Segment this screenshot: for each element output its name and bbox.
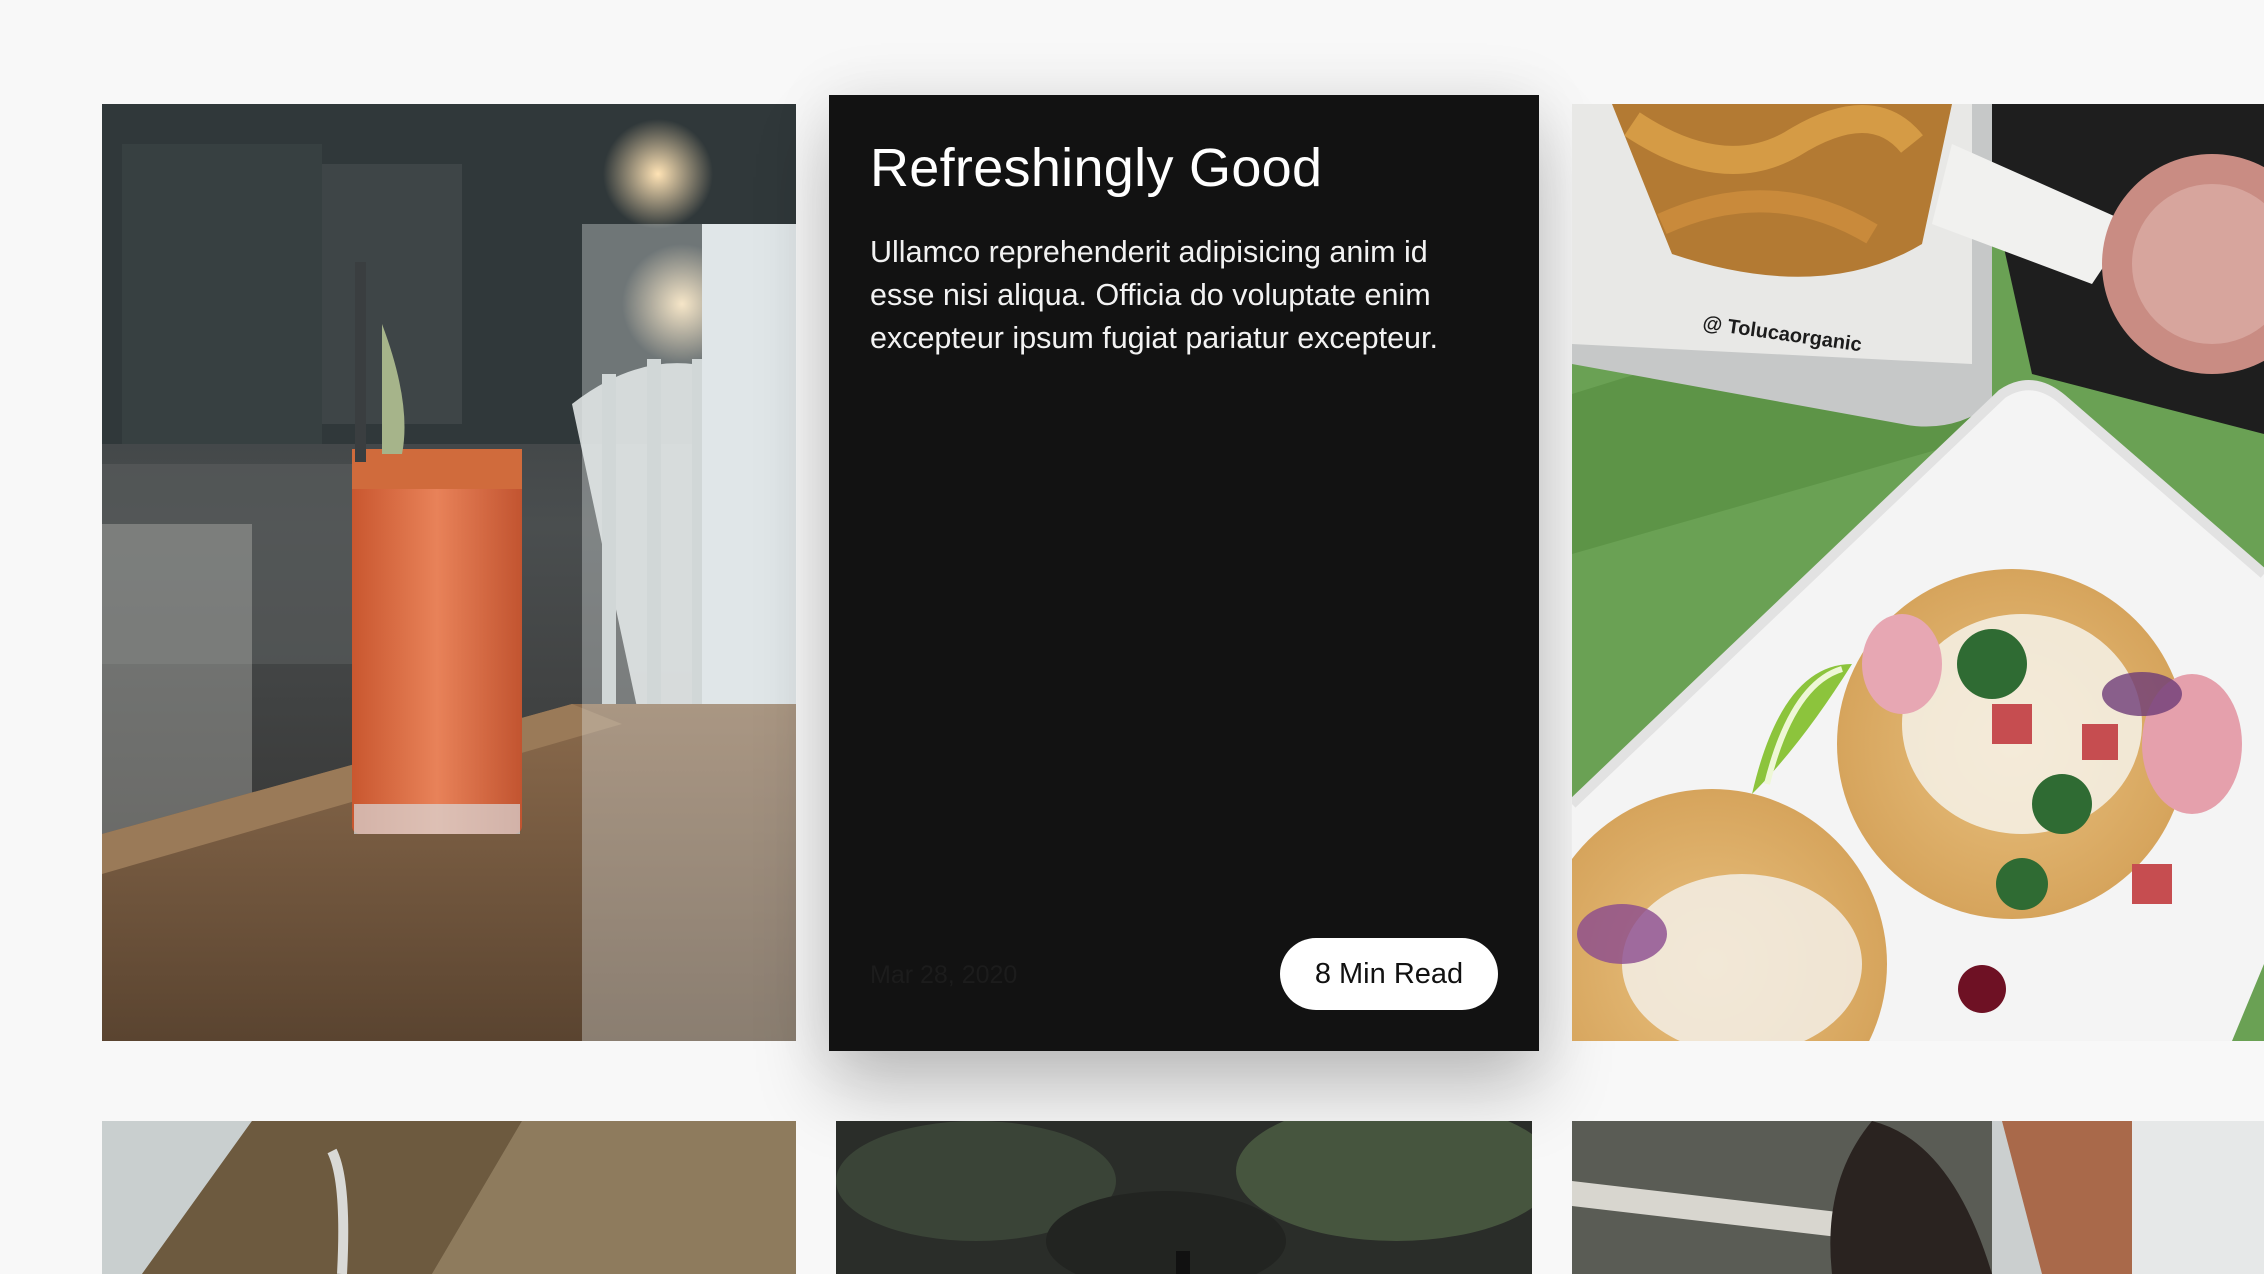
read-time-button[interactable]: 8 Min Read <box>1280 938 1498 1010</box>
tacos-platter-photo: @ Tolucaorganic <box>1572 104 2264 1041</box>
person-portrait-photo <box>1572 1121 2264 1274</box>
article-card-portrait[interactable] <box>1572 1121 2264 1274</box>
wooden-table-photo <box>102 1121 796 1274</box>
card-title[interactable]: Refreshingly Good <box>870 137 1322 199</box>
article-card-tacos[interactable]: @ Tolucaorganic <box>1572 104 2264 1041</box>
red-drink-photo <box>102 104 796 1041</box>
featured-article-card[interactable]: Refreshingly Good Ullamco reprehenderit … <box>829 95 1539 1051</box>
card-description: Ullamco reprehenderit adipisicing anim i… <box>870 235 1438 355</box>
dark-greenery-photo <box>836 1121 1532 1274</box>
article-card-drink[interactable] <box>102 104 796 1041</box>
publish-date: Mar 28, 2020 <box>870 961 1018 989</box>
article-card-wood[interactable] <box>102 1121 796 1274</box>
article-card-greenery[interactable] <box>836 1121 1532 1274</box>
